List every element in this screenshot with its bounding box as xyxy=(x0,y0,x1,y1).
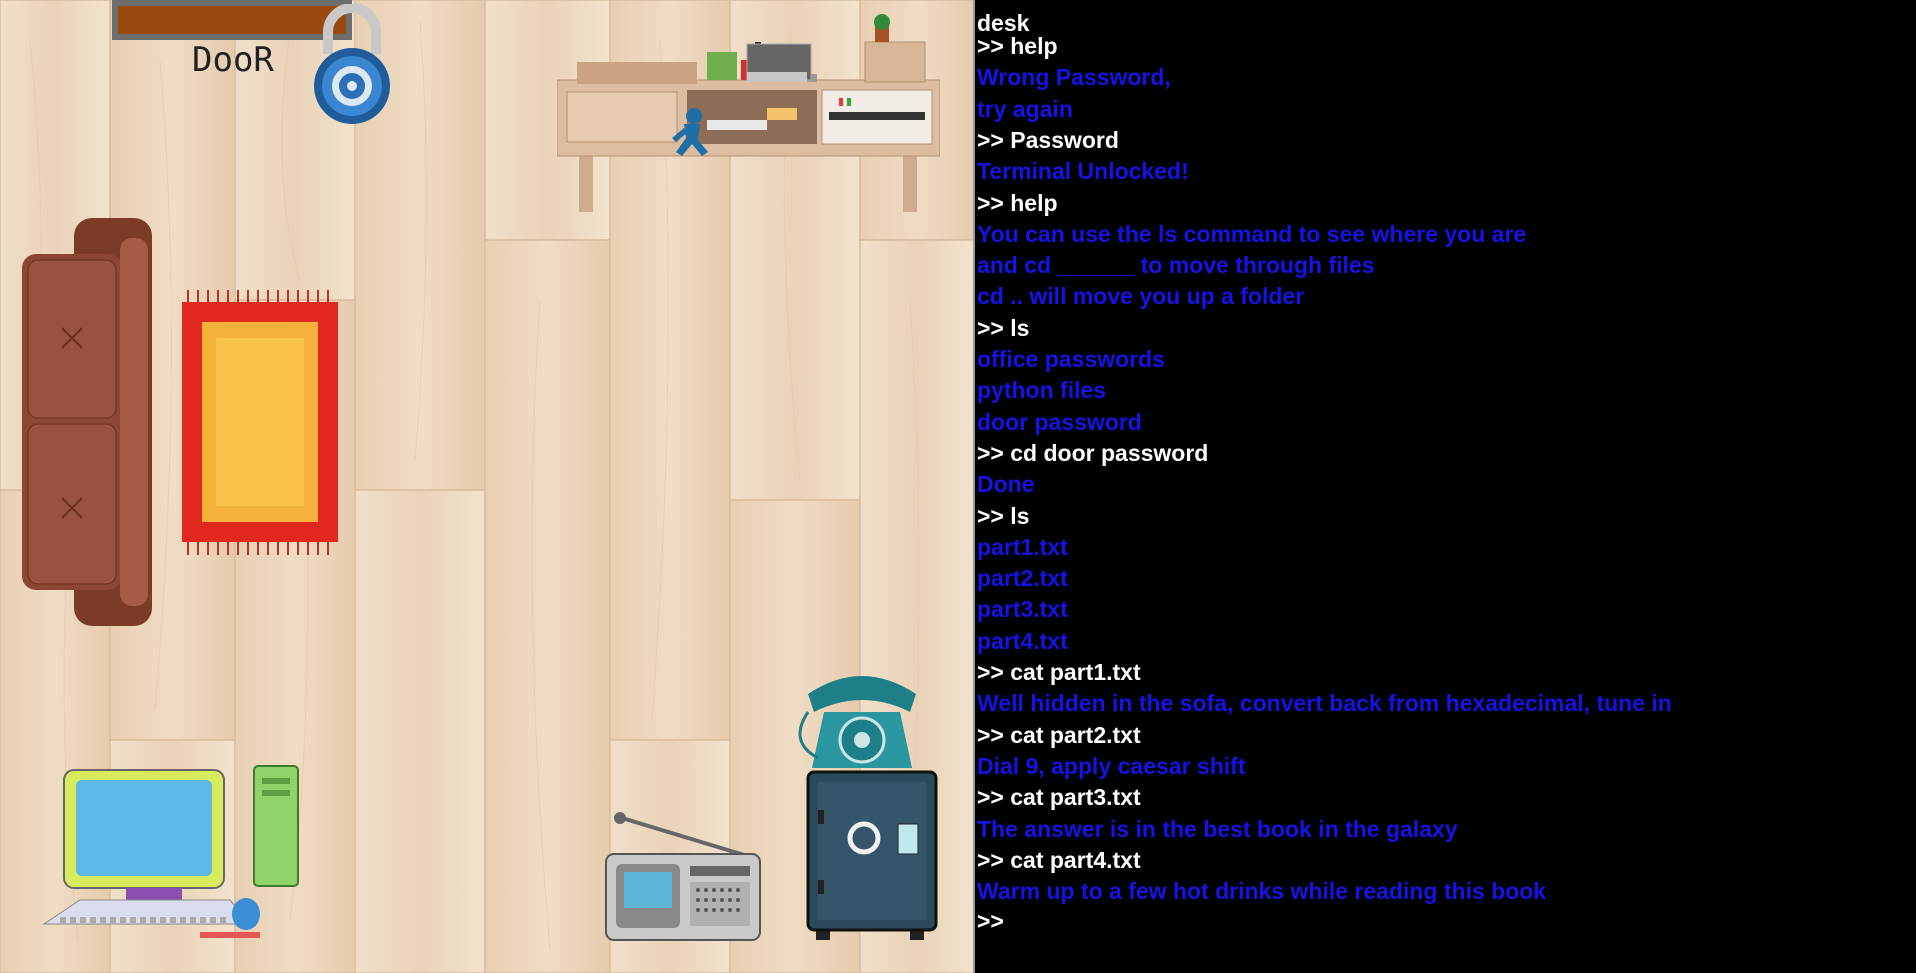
terminal-output-line: cd .. will move you up a folder xyxy=(977,283,1305,310)
terminal-output-line: try again xyxy=(977,95,1073,122)
terminal-command-line: >> Password xyxy=(977,126,1119,153)
terminal-command-line: >> ls xyxy=(977,314,1030,341)
terminal-command-line: >> help xyxy=(977,33,1058,59)
terminal-output-line: and cd ______ to move through files xyxy=(977,252,1375,279)
terminal-output-line: Terminal Unlocked! xyxy=(977,158,1189,185)
telephone[interactable] xyxy=(794,672,930,772)
terminal-panel[interactable]: desk >> help Wrong Password, try again >> P… xyxy=(975,0,1916,973)
terminal-output-line: Done xyxy=(977,471,1035,498)
terminal-output-line: part2.txt xyxy=(977,565,1068,592)
terminal-command-line: >> cat part2.txt xyxy=(977,721,1141,748)
terminal-output-line: office passwords xyxy=(977,346,1165,372)
terminal-output-line: part4.txt xyxy=(977,627,1068,654)
padlock-icon[interactable] xyxy=(308,3,396,126)
rug[interactable] xyxy=(180,290,340,555)
terminal-output-line: Well hidden in the sofa, convert back fr… xyxy=(977,690,1672,717)
terminal-output-line: You can use the ls command to see where … xyxy=(977,220,1527,247)
terminal-command-line: >> cat part1.txt xyxy=(977,659,1141,685)
terminal-command-line: >> help xyxy=(977,189,1058,216)
terminal-output-line: door password xyxy=(977,408,1142,435)
player-character xyxy=(668,108,712,160)
terminal-prompt-input[interactable]: >> xyxy=(977,907,1004,935)
terminal-output-line: Dial 9, apply caesar shift xyxy=(977,752,1246,779)
radio[interactable] xyxy=(604,810,762,942)
terminal-output-line: Wrong Password, xyxy=(977,64,1171,91)
computer[interactable] xyxy=(40,764,302,944)
terminal-output-line: python files xyxy=(977,377,1107,404)
terminal-output-line: part1.txt xyxy=(977,533,1068,560)
room-scene: DooR xyxy=(0,0,975,973)
desk[interactable] xyxy=(556,12,941,222)
terminal-command-line: >> cat part4.txt xyxy=(977,846,1141,873)
terminal-command-line: >> cd door password xyxy=(977,439,1209,466)
terminal-output-line: part3.txt xyxy=(977,596,1068,623)
terminal-command-line: >> cat part3.txt xyxy=(977,784,1141,811)
terminal-output-line: The answer is in the best book in the ga… xyxy=(977,815,1458,842)
terminal-output-line: Warm up to a few hot drinks while readin… xyxy=(977,878,1547,905)
door-label: DooR xyxy=(192,40,274,80)
terminal-command-line: >> ls xyxy=(977,502,1030,529)
safe[interactable] xyxy=(806,770,938,940)
sofa[interactable] xyxy=(22,218,154,626)
